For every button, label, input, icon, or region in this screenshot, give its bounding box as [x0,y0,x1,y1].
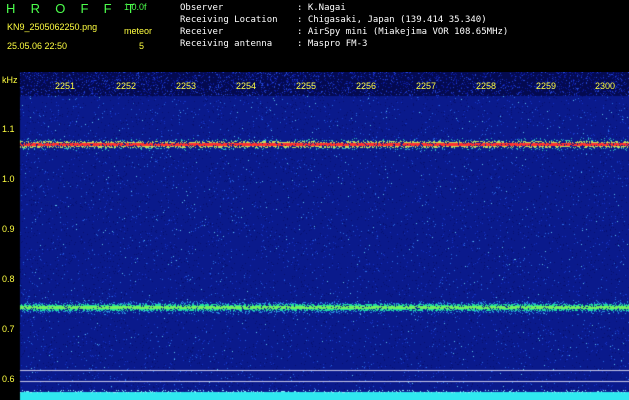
waterfall-panel: kHz 1.1 1.0 0.9 0.8 0.7 0.6 2251 2252 22… [0,72,629,400]
receiver-value: : AirSpy mini (Miakejima VOR 108.65MHz) [297,27,509,37]
y-tick-label: 0.7 [2,324,15,334]
x-tick-label: 2258 [475,81,497,91]
header-bar: H R O F F T 1.0.0f KN9_2505062250.png 25… [0,0,629,72]
x-tick-label: 2253 [175,81,197,91]
y-tick-label: 1.0 [2,174,15,184]
app-version: 1.0.0f [124,2,147,12]
location-label: Receiving Location [180,15,278,25]
y-tick-label: 0.9 [2,224,15,234]
antenna-label: Receiving antenna [180,39,273,49]
observation-datetime: 25.05.06 22:50 [7,41,68,51]
location-value: : Chigasaki, Japan (139.414 35.340) [297,15,487,25]
x-tick-label: 2254 [235,81,257,91]
x-tick-label: 2257 [415,81,437,91]
meteor-count-value: 5 [139,41,145,51]
meteor-count-label: meteor [124,26,153,36]
y-tick-label: 1.1 [2,124,15,134]
y-tick-label: 0.8 [2,274,15,284]
observer-label: Observer [180,3,224,13]
x-tick-label: 2252 [115,81,137,91]
antenna-value: : Maspro FM-3 [297,39,368,49]
x-tick-label: 2255 [295,81,317,91]
x-tick-label: 2256 [355,81,377,91]
y-axis-unit: kHz [2,75,18,85]
image-filename: KN9_2505062250.png [7,22,98,32]
waterfall-spectrogram [0,72,629,400]
y-tick-label: 0.6 [2,374,15,384]
observer-value: : K.Nagai [297,3,346,13]
x-tick-label: 2300 [594,81,616,91]
app-title: H R O F F T [6,1,141,16]
receiver-label: Receiver [180,27,224,37]
x-tick-label: 2251 [54,81,76,91]
x-tick-label: 2259 [535,81,557,91]
